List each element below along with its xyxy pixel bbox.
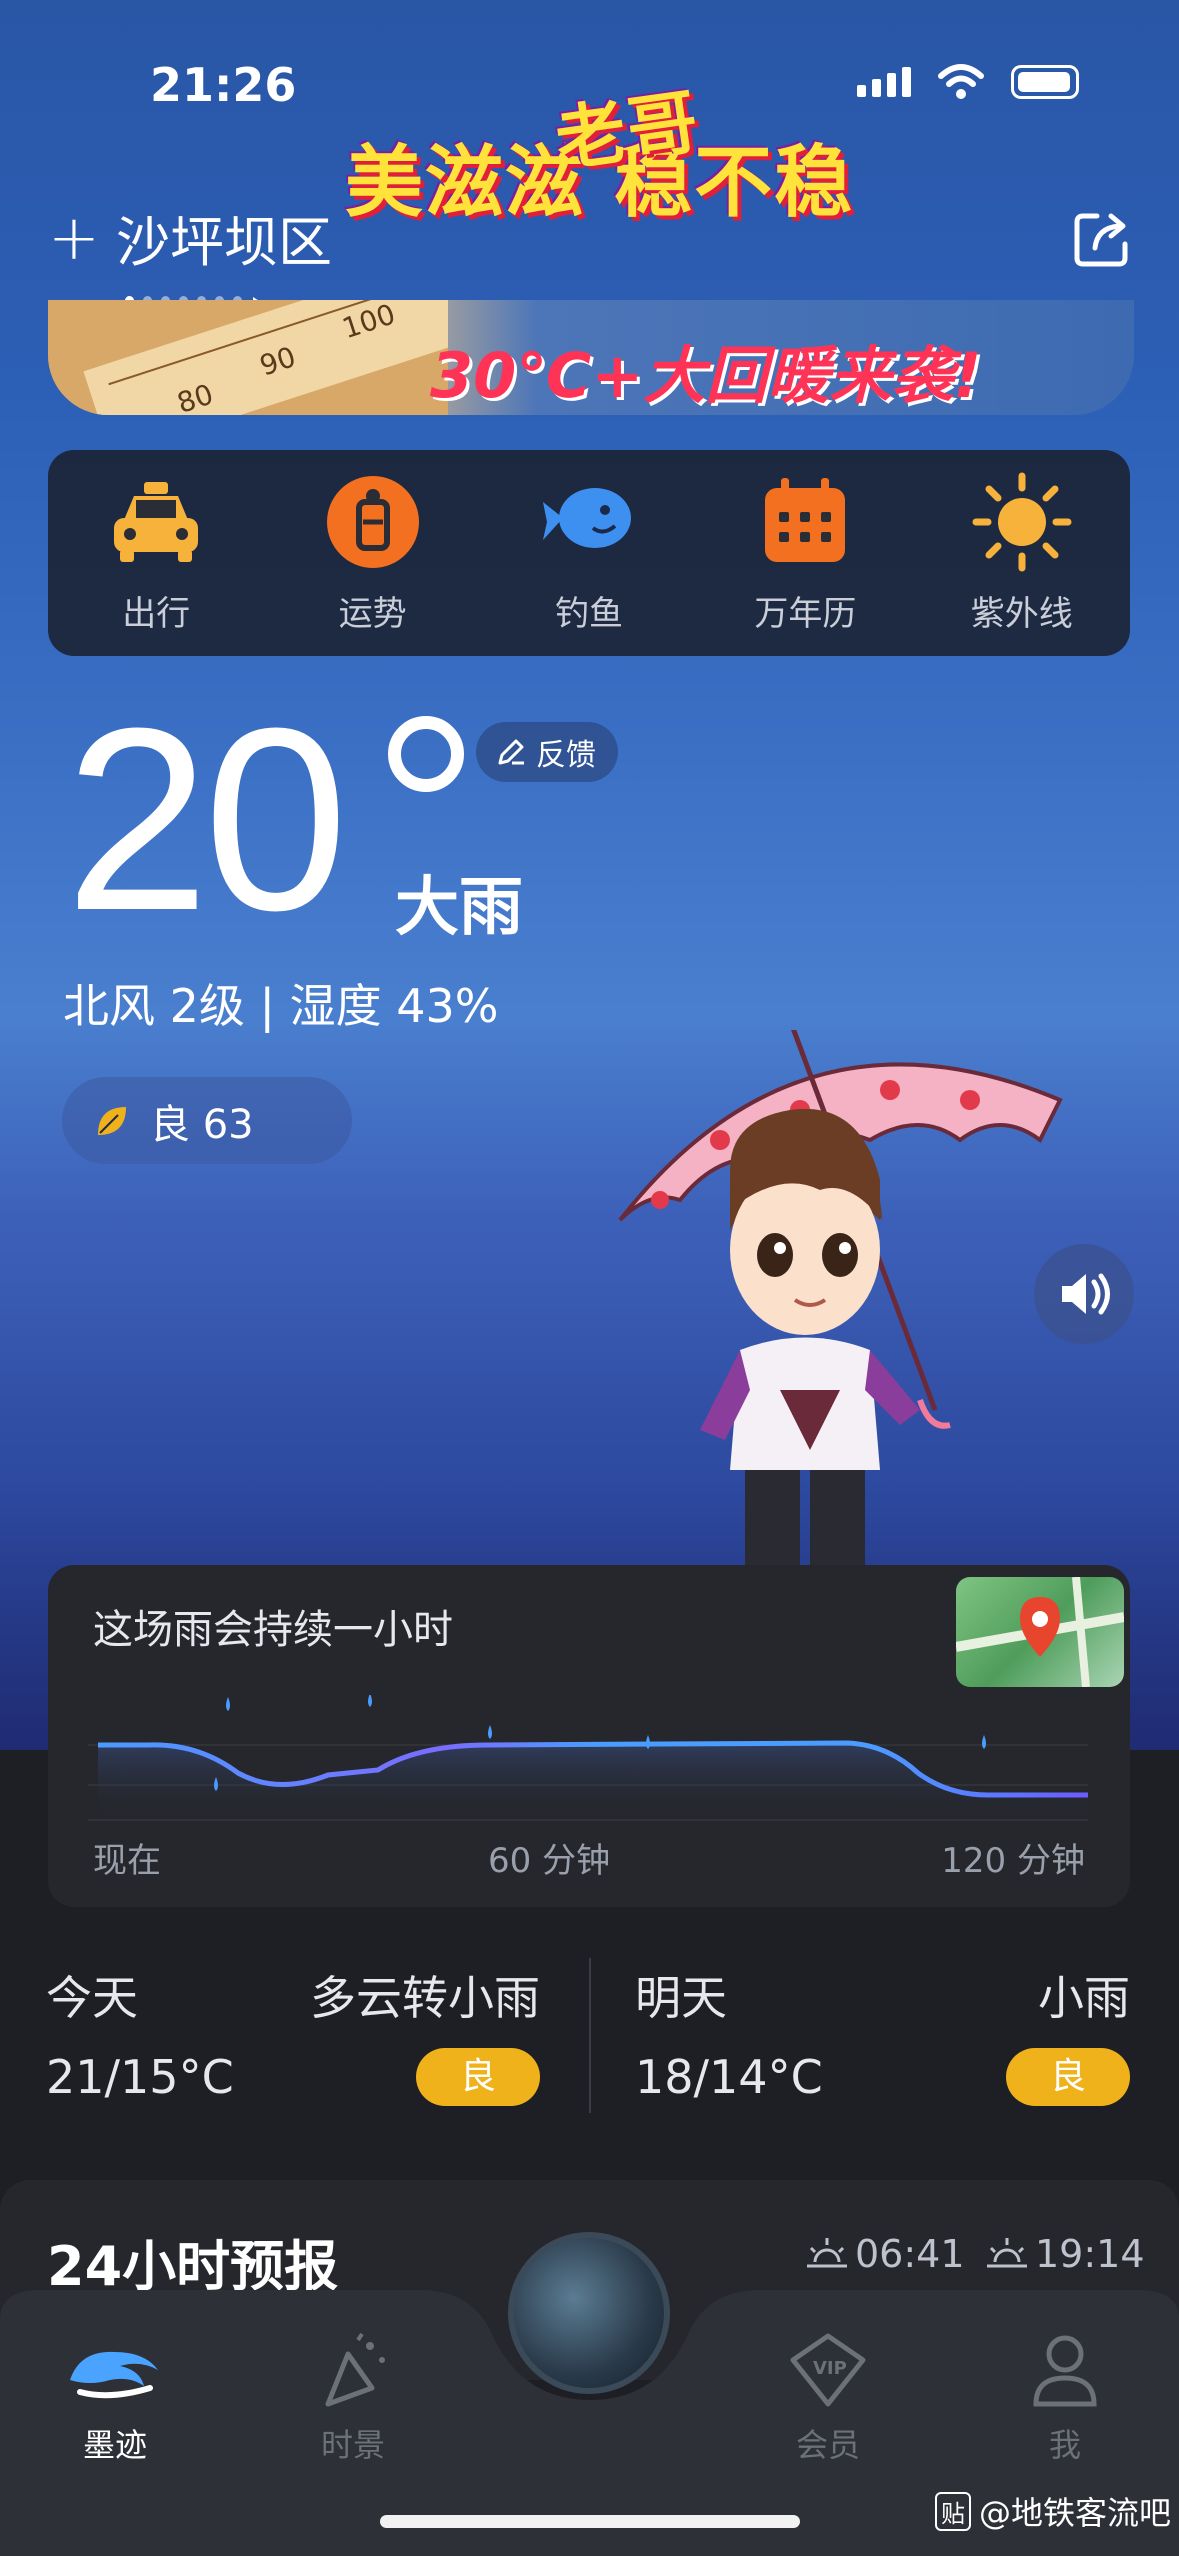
taxi-icon xyxy=(114,481,199,562)
status-time: 21:26 xyxy=(150,58,297,112)
tab-vip[interactable]: VIP 会员 xyxy=(753,2330,903,2466)
precipitation-card[interactable]: 这场雨会持续一小时 现在 60 分钟 120 分钟 xyxy=(48,1565,1130,1907)
fish-icon xyxy=(542,487,631,548)
sun-icon xyxy=(972,472,1072,571)
vip-diamond-icon: VIP xyxy=(790,2333,866,2407)
quick-action-fishing[interactable]: 钓鱼 xyxy=(499,472,679,635)
center-live-button[interactable] xyxy=(508,2232,670,2394)
degree-symbol xyxy=(388,716,464,792)
banner-subtitle: 30℃+大回暖来袭! xyxy=(430,339,982,412)
aqi-badge-tomorrow: 良 xyxy=(1006,2048,1130,2106)
precipitation-curve xyxy=(88,1695,1088,1821)
cellular-signal-icon xyxy=(857,67,911,97)
home-indicator[interactable] xyxy=(380,2515,800,2528)
speaker-icon xyxy=(1062,1273,1110,1315)
svg-text:VIP: VIP xyxy=(813,2358,847,2379)
sunrise-icon xyxy=(807,2238,847,2268)
sunrise: 06:41 xyxy=(805,2232,965,2276)
current-temperature: 20 xyxy=(65,675,348,965)
sunset: 19:14 xyxy=(985,2232,1145,2276)
status-icons xyxy=(857,64,1079,100)
axis-label-120: 120 分钟 xyxy=(941,1841,1085,1881)
tab-scenery[interactable]: 时景 xyxy=(278,2330,428,2466)
wind-humidity: 北风 2级 | 湿度 43% xyxy=(63,979,499,1033)
quick-action-uv[interactable]: 紫外线 xyxy=(932,472,1112,635)
user-profile-icon xyxy=(1033,2335,1097,2407)
radar-map-thumbnail[interactable] xyxy=(955,1576,1125,1688)
quick-actions-bar: 出行 运势 钓鱼 万年历 紫外线 xyxy=(48,450,1130,656)
calendar-icon xyxy=(765,477,846,562)
add-city-icon[interactable]: + xyxy=(48,201,100,274)
battery-icon xyxy=(1011,65,1079,99)
wifi-icon xyxy=(938,64,984,99)
fortune-icon xyxy=(326,475,419,568)
banner-title: 老哥 美滋滋 稳不稳 xyxy=(345,80,854,232)
quick-action-calendar[interactable]: 万年历 xyxy=(715,472,895,635)
location-name: 沙坪坝区 xyxy=(115,211,332,274)
aqi-pill[interactable]: 良 63 xyxy=(62,1077,352,1164)
share-icon[interactable] xyxy=(1071,208,1133,270)
location-selector[interactable]: + 沙坪坝区 xyxy=(48,198,332,277)
pencil-icon xyxy=(498,739,524,765)
axis-label-now: 现在 xyxy=(93,1841,161,1881)
two-day-forecast: 今天 多云转小雨 21/15°C 良 明天 小雨 18/14°C 良 xyxy=(0,1940,1179,2150)
moji-logo-icon xyxy=(70,2351,158,2399)
axis-label-60: 60 分钟 xyxy=(488,1841,611,1881)
banner-title-top: 老哥 xyxy=(550,80,705,182)
map-pin-icon xyxy=(955,1576,1125,1688)
quick-action-fortune[interactable]: 运势 xyxy=(283,472,463,635)
party-popper-icon xyxy=(325,2332,385,2407)
tab-moji[interactable]: 墨迹 xyxy=(40,2330,190,2466)
forecast-tomorrow[interactable]: 明天 小雨 18/14°C 良 xyxy=(590,1940,1130,2140)
umbrella-character-illustration xyxy=(618,1030,1063,1570)
forecast-today[interactable]: 今天 多云转小雨 21/15°C 良 xyxy=(0,1940,540,2140)
quick-action-travel[interactable]: 出行 xyxy=(66,472,246,635)
thermometer-image: 80 90 100 xyxy=(48,300,473,415)
current-condition: 大雨 xyxy=(395,871,523,945)
voice-broadcast-button[interactable] xyxy=(1034,1244,1134,1344)
precipitation-summary: 这场雨会持续一小时 xyxy=(93,1607,453,1653)
tab-me[interactable]: 我 xyxy=(990,2330,1140,2466)
feedback-button[interactable]: 反馈 xyxy=(476,722,618,782)
sunset-icon xyxy=(987,2238,1027,2268)
aqi-badge-today: 良 xyxy=(416,2048,540,2106)
leaf-icon xyxy=(98,1106,126,1135)
watermark: 贴 @地铁客流吧 xyxy=(935,2488,1171,2534)
